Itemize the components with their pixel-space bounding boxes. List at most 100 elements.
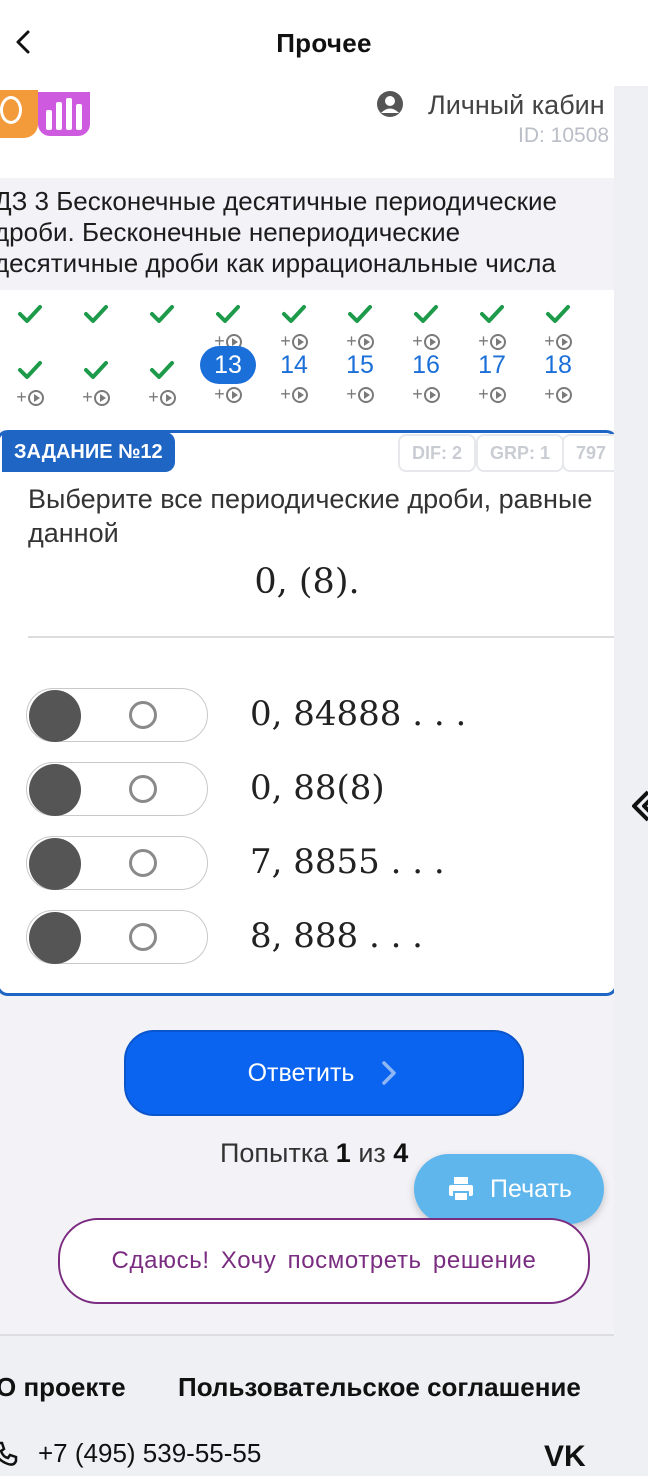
video-hint[interactable]: + <box>462 384 522 405</box>
chevron-right-icon <box>382 1061 397 1085</box>
radio-ring-icon <box>129 849 157 877</box>
check-icon <box>84 361 108 379</box>
play-icon <box>225 386 242 403</box>
about-link[interactable]: О проекте <box>0 1372 126 1403</box>
play-icon <box>357 386 374 403</box>
option-toggle[interactable] <box>26 836 208 890</box>
play-icon <box>27 389 44 406</box>
radio-ring-icon <box>129 775 157 803</box>
option-label: 7, 8855 . . . <box>250 842 445 882</box>
task-nav-item[interactable]: 13 + <box>198 346 258 405</box>
check-icon <box>414 305 438 323</box>
submit-button[interactable]: Ответить <box>124 1030 524 1116</box>
stats-logo-icon[interactable] <box>38 92 90 136</box>
user-icon <box>377 91 403 117</box>
lightbulb-logo-icon[interactable] <box>0 90 38 138</box>
task-number-badge: ЗАДАНИЕ №12 <box>2 432 175 472</box>
plus-sign: + <box>280 384 291 404</box>
footer: О проекте Пользовательское соглашение +7… <box>0 1334 614 1476</box>
page-content: Личный кабин ID: 10508 ДЗ 3 Бесконечные … <box>0 86 614 1476</box>
option-toggle[interactable] <box>26 910 208 964</box>
task-nav-number: 18 <box>544 351 572 379</box>
task-nav-number: 17 <box>478 351 506 379</box>
check-icon <box>480 305 504 323</box>
task-nav-item[interactable] <box>132 302 192 331</box>
answer-option[interactable]: 7, 8855 . . . <box>26 834 606 894</box>
option-label: 8, 888 . . . <box>250 916 423 956</box>
option-toggle[interactable] <box>26 688 208 742</box>
answer-option[interactable]: 0, 88(8) <box>26 760 606 820</box>
user-id: ID: 10508 <box>518 124 610 147</box>
task-nav-item[interactable]: + <box>462 302 522 352</box>
assignment-title: ДЗ 3 Бесконечные десятичные периодически… <box>0 186 614 279</box>
question-formula: 0, (8). <box>254 562 360 602</box>
option-label: 0, 84888 . . . <box>250 694 467 734</box>
account-link[interactable]: Личный кабин <box>376 88 614 124</box>
play-icon <box>291 386 308 403</box>
attempt-counter: Попытка 1 из 4 <box>220 1138 408 1169</box>
video-hint[interactable]: + <box>198 384 258 405</box>
task-nav-number: 14 <box>280 351 308 379</box>
give-up-button[interactable]: Сдаюсь! Хочу посмотреть решение <box>58 1218 590 1304</box>
task-nav-item[interactable]: 16 + <box>396 346 456 405</box>
assignment-title-line: дроби. Бесконечные непериодические <box>0 217 461 247</box>
video-hint[interactable]: + <box>330 384 390 405</box>
task-nav-item[interactable] <box>66 302 126 331</box>
answer-option[interactable]: 0, 84888 . . . <box>26 686 606 746</box>
radio-ring-icon <box>129 701 157 729</box>
option-toggle[interactable] <box>26 762 208 816</box>
task-nav-item[interactable]: + <box>264 302 324 352</box>
print-label: Печать <box>490 1174 572 1203</box>
printer-icon <box>449 1177 474 1202</box>
chevron-left-icon[interactable] <box>630 786 648 826</box>
phone-link[interactable]: +7 (495) 539-55-55 <box>0 1438 261 1469</box>
back-button[interactable] <box>4 22 44 62</box>
agreement-link[interactable]: Пользовательское соглашение <box>178 1372 581 1403</box>
video-hint[interactable]: + <box>264 384 324 405</box>
task-nav-item[interactable]: + <box>66 358 126 408</box>
check-icon <box>150 305 174 323</box>
question-text: Выберите все периодические дроби, равные… <box>28 484 593 548</box>
plus-sign: + <box>16 387 27 407</box>
task-nav-number: 16 <box>412 351 440 379</box>
task-nav-item[interactable]: + <box>0 358 60 408</box>
check-icon <box>348 305 372 323</box>
check-icon <box>546 305 570 323</box>
video-hint[interactable]: + <box>0 387 60 408</box>
plus-sign: + <box>346 384 357 404</box>
option-label: 0, 88(8) <box>250 768 385 808</box>
video-hint[interactable]: + <box>528 384 588 405</box>
task-nav-item[interactable]: 17 + <box>462 346 522 405</box>
account-label: Личный кабин <box>428 90 605 120</box>
task-nav-item[interactable]: + <box>396 302 456 352</box>
task-nav-item[interactable]: 15 + <box>330 346 390 405</box>
video-hint[interactable]: + <box>132 387 192 408</box>
task-nav-item[interactable]: + <box>198 302 258 352</box>
print-button[interactable]: Печать <box>414 1154 604 1224</box>
group-tag: GRP: 1 <box>476 434 565 472</box>
answer-option[interactable]: 8, 888 . . . <box>26 908 606 968</box>
play-icon <box>555 386 572 403</box>
video-hint[interactable]: + <box>396 384 456 405</box>
attempt-current: 1 <box>335 1138 351 1168</box>
plus-sign: + <box>148 387 159 407</box>
task-nav-item[interactable]: + <box>528 302 588 352</box>
task-nav-item[interactable]: + <box>330 302 390 352</box>
radio-ring-icon <box>129 923 157 951</box>
vk-icon[interactable]: VK <box>544 1440 586 1474</box>
task-nav-item[interactable]: 18 + <box>528 346 588 405</box>
task-nav-item[interactable] <box>0 302 60 331</box>
chevron-left-icon <box>16 30 30 54</box>
check-icon <box>150 361 174 379</box>
task-nav-item[interactable]: 14 + <box>264 346 324 405</box>
task-navigator: + + + + + + + + +13 +14 +15 +16 +17 +18 + <box>0 290 614 430</box>
play-icon <box>489 386 506 403</box>
task-nav-item[interactable]: + <box>132 358 192 408</box>
assignment-title-line: десятичные дроби как иррациональные числ… <box>0 248 556 278</box>
play-icon <box>159 389 176 406</box>
task-nav-number: 15 <box>346 351 374 379</box>
video-hint[interactable]: + <box>66 387 126 408</box>
divider <box>28 636 614 638</box>
plus-sign: + <box>214 384 225 404</box>
plus-sign: + <box>82 387 93 407</box>
